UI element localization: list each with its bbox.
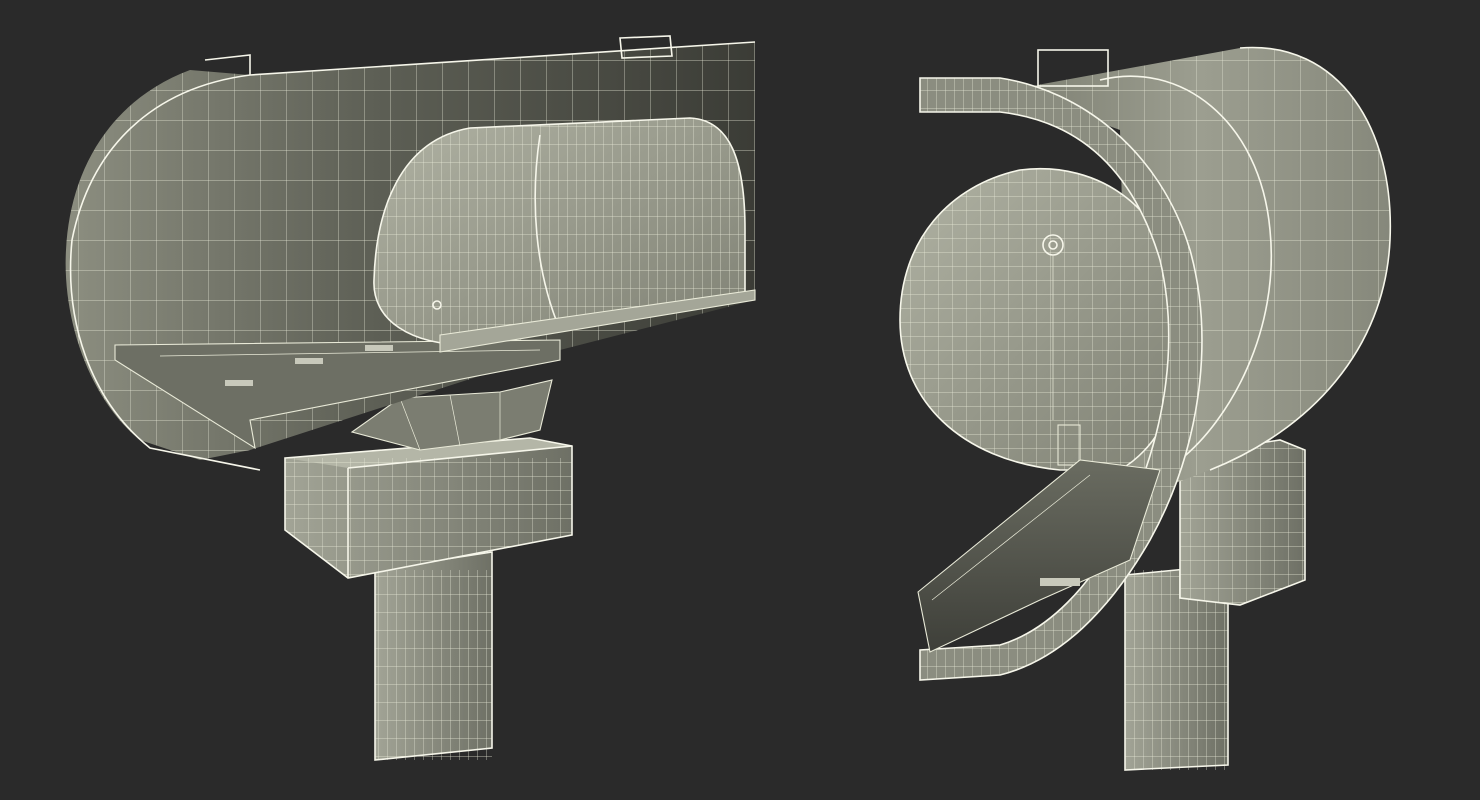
hyperloop-model-front-view bbox=[65, 35, 756, 761]
pier-cap bbox=[284, 437, 573, 579]
wireframe-scene bbox=[65, 35, 1392, 771]
hyperloop-model-rear-view bbox=[899, 46, 1392, 771]
guide-rail-trough bbox=[917, 459, 1161, 653]
render-canvas bbox=[0, 0, 1480, 800]
support-column bbox=[374, 551, 493, 761]
